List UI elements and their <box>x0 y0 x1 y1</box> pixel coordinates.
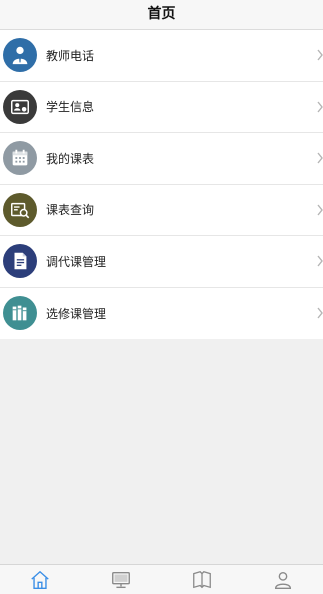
book-icon <box>192 570 211 588</box>
page-title: 首页 <box>147 6 176 22</box>
menu-item-my-schedule[interactable]: 我的课表 <box>0 133 323 185</box>
header-bar: 首页 <box>0 0 323 30</box>
chevron-right-icon <box>317 204 323 216</box>
menu-item-elective-management[interactable]: 选修课管理 <box>0 288 323 340</box>
bottom-tab-bar <box>0 564 323 594</box>
student-info-icon <box>3 89 37 124</box>
profile-icon <box>274 571 291 589</box>
menu-item-label: 我的课表 <box>46 151 95 166</box>
tab-computer[interactable] <box>81 565 161 594</box>
tab-profile[interactable] <box>243 565 323 594</box>
teacher-phone-icon <box>3 38 37 73</box>
chevron-right-icon <box>317 152 323 164</box>
menu-item-teacher-phone[interactable]: 教师电话 <box>0 30 323 82</box>
menu-item-label: 课表查询 <box>46 203 95 218</box>
tab-home[interactable] <box>0 565 80 594</box>
menu-item-label: 学生信息 <box>46 100 95 115</box>
menu-item-substitute-management[interactable]: 调代课管理 <box>0 236 323 288</box>
menu-item-student-info[interactable]: 学生信息 <box>0 82 323 133</box>
home-icon <box>31 570 50 589</box>
chevron-right-icon <box>317 255 323 267</box>
my-schedule-icon <box>3 141 37 176</box>
menu-item-schedule-search[interactable]: 课表查询 <box>0 185 323 236</box>
menu-item-label: 选修课管理 <box>46 306 107 321</box>
schedule-search-icon <box>3 192 37 227</box>
menu-list: 教师电话 学生信息 我的课表 课表查询 调代课管理 选修课管理 <box>0 30 323 339</box>
elective-management-icon <box>3 296 37 331</box>
substitute-management-icon <box>3 244 37 279</box>
menu-item-label: 调代课管理 <box>46 254 107 269</box>
menu-item-label: 教师电话 <box>46 48 95 63</box>
computer-icon <box>112 571 131 588</box>
tab-book[interactable] <box>162 565 242 594</box>
chevron-right-icon <box>317 307 323 319</box>
chevron-right-icon <box>317 49 323 61</box>
chevron-right-icon <box>317 101 323 113</box>
